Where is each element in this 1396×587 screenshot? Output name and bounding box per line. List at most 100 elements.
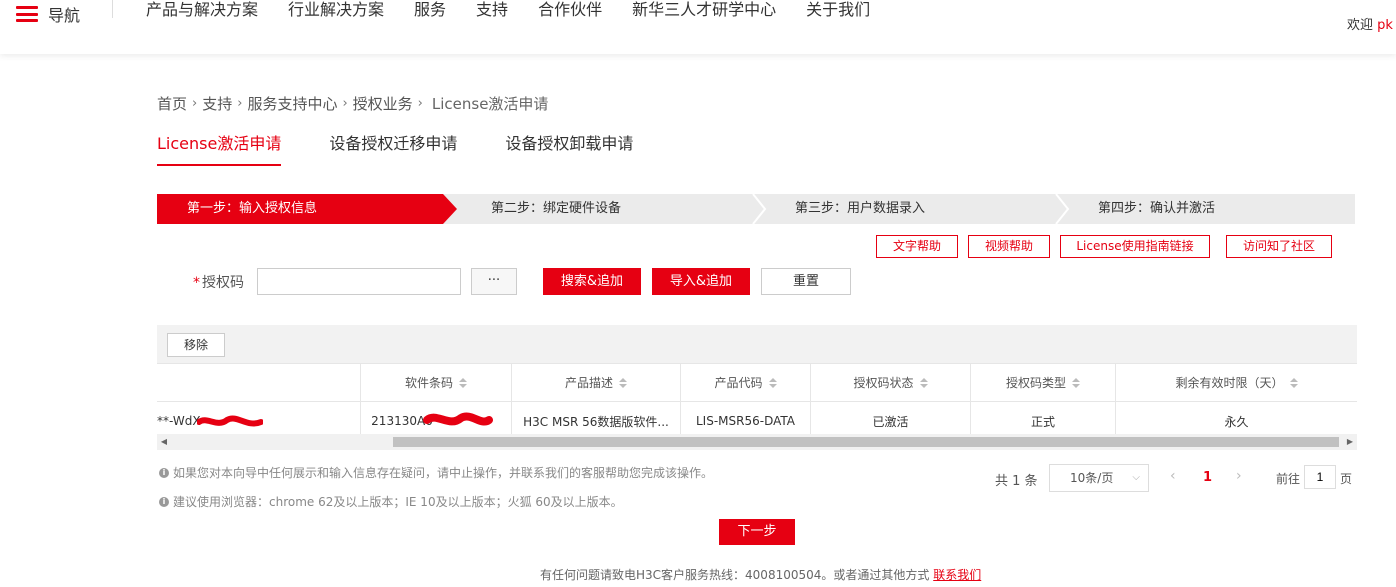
nav-menu-label: 导航: [48, 6, 81, 25]
sort-icon[interactable]: [768, 377, 777, 388]
table-header: 软件条码 产品描述 产品代码 授权码状态 授权码类型 剩余有效时限（天）: [157, 363, 1357, 402]
column-label: 授权码类型: [1005, 376, 1066, 390]
auth-code-input[interactable]: [257, 268, 461, 295]
info-icon: i: [159, 467, 169, 478]
breadcrumb-current: License激活申请: [431, 95, 549, 113]
hamburger-icon: [16, 6, 38, 22]
table-header-cell: [157, 364, 361, 401]
license-table: 移除 软件条码 产品描述 产品代码 授权码状态 授权码类型 剩余有效时限（天） …: [157, 325, 1357, 451]
nav-menu-toggle[interactable]: 导航: [16, 2, 80, 26]
welcome-label: 欢迎: [1347, 18, 1374, 33]
breadcrumb-support[interactable]: 支持: [202, 93, 232, 114]
goto-label: 前往: [1276, 472, 1301, 486]
column-product-code[interactable]: 产品代码: [681, 364, 811, 401]
remove-button[interactable]: 移除: [167, 333, 225, 357]
info-note-1: i 如果您对本向导中任何展示和输入信息存在疑问，请中止操作，并联系我们的客服帮助…: [159, 464, 713, 481]
prev-page-icon[interactable]: ‹: [1170, 468, 1176, 484]
column-remaining-days[interactable]: 剩余有效时限（天）: [1116, 364, 1357, 401]
scroll-right-icon[interactable]: ▶: [1343, 434, 1357, 450]
page-number-current[interactable]: 1: [1203, 470, 1212, 485]
nav-divider: [112, 0, 113, 18]
step-2: 第二步：绑定硬件设备: [491, 201, 622, 216]
breadcrumb-separator-icon: ›: [237, 96, 243, 111]
scroll-left-icon[interactable]: ◀: [157, 434, 171, 450]
column-product-desc[interactable]: 产品描述: [512, 364, 681, 401]
auth-code-label: * 授权码: [193, 272, 244, 292]
footer-hotline: 有任何问题请致电H3C客户服务热线：4008100504。或者通过其他方式 联系…: [540, 566, 981, 583]
cell-text: 正式: [1030, 414, 1055, 429]
chevron-down-icon: ⌵: [1132, 472, 1140, 483]
text-help-button[interactable]: 文字帮助: [876, 235, 958, 258]
breadcrumb-license-business[interactable]: 授权业务: [353, 93, 413, 114]
top-nav-item-about[interactable]: 关于我们: [806, 0, 870, 20]
breadcrumb-separator-icon: ›: [342, 96, 348, 111]
page-suffix: 页: [1340, 472, 1353, 486]
license-guide-button[interactable]: License使用指南链接: [1060, 235, 1210, 258]
video-help-button[interactable]: 视频帮助: [968, 235, 1050, 258]
info-note-text: 如果您对本向导中任何展示和输入信息存在疑问，请中止操作，并联系我们的客服帮助您完…: [173, 466, 714, 480]
step-1-arrow: [443, 194, 457, 224]
scrollbar-thumb[interactable]: [393, 437, 1339, 447]
cell-text: LIS-MSR56-DATA: [696, 414, 795, 428]
sort-icon[interactable]: [919, 377, 928, 388]
sort-icon[interactable]: [1072, 377, 1080, 388]
breadcrumb-separator-icon: ›: [192, 96, 198, 111]
username-link[interactable]: pk: [1377, 18, 1393, 33]
more-button[interactable]: ···: [471, 268, 517, 295]
top-header: 导航 产品与解决方案 行业解决方案 服务 支持 合作伙伴 新华三人才研学中心 关…: [0, 0, 1396, 54]
step-4: 第四步：确认并激活: [1098, 201, 1216, 216]
column-label: 产品代码: [714, 376, 763, 390]
cell-text: **-WdX: [157, 414, 201, 428]
step-chevron-icon: [752, 194, 767, 224]
reset-button[interactable]: 重置: [761, 268, 851, 295]
cell-text: 已激活: [872, 414, 909, 429]
next-step-button[interactable]: 下一步: [719, 519, 795, 545]
top-nav-item-partners[interactable]: 合作伙伴: [538, 0, 602, 20]
top-nav-item-talent-center[interactable]: 新华三人才研学中心: [632, 0, 776, 20]
redaction-mark: [423, 412, 493, 426]
tab-bar: License激活申请 设备授权迁移申请 设备授权卸载申请: [157, 130, 681, 166]
info-note-2: i 建议使用浏览器：chrome 62及以上版本；IE 10及以上版本；火狐 6…: [159, 493, 623, 510]
tab-license-migration[interactable]: 设备授权迁移申请: [329, 130, 457, 166]
pager-total: 共 1 条: [995, 474, 1038, 489]
cell-text: H3C MSR 56数据版软件...: [523, 414, 669, 429]
top-nav: 产品与解决方案 行业解决方案 服务 支持 合作伙伴 新华三人才研学中心 关于我们: [146, 0, 900, 20]
column-label: 软件条码: [404, 376, 453, 390]
top-nav-item-industry[interactable]: 行业解决方案: [288, 0, 384, 20]
page-size-value: 10条/页: [1070, 471, 1114, 485]
next-page-icon[interactable]: ›: [1236, 468, 1242, 484]
top-nav-item-service[interactable]: 服务: [414, 0, 446, 20]
top-nav-item-support[interactable]: 支持: [476, 0, 508, 20]
sort-icon[interactable]: [619, 377, 627, 388]
tab-license-uninstall[interactable]: 设备授权卸载申请: [505, 130, 633, 166]
breadcrumb-home[interactable]: 首页: [157, 93, 187, 114]
column-auth-type[interactable]: 授权码类型: [971, 364, 1116, 401]
step-chevron-icon: [1055, 194, 1070, 224]
contact-us-link[interactable]: 联系我们: [933, 568, 981, 582]
breadcrumb-service-center[interactable]: 服务支持中心: [247, 93, 337, 114]
column-auth-status[interactable]: 授权码状态: [811, 364, 971, 401]
tab-license-activation[interactable]: License激活申请: [157, 130, 282, 166]
column-software-code[interactable]: 软件条码: [361, 364, 512, 401]
page-size-select[interactable]: 10条/页 ⌵: [1049, 464, 1149, 492]
redaction-mark: [197, 415, 263, 427]
step-progress: 第一步：输入授权信息 第二步：绑定硬件设备 第三步：用户数据录入 第四步：确认并…: [157, 194, 1355, 224]
sort-icon[interactable]: [1289, 377, 1298, 388]
step-1: 第一步：输入授权信息: [157, 194, 443, 224]
sort-icon[interactable]: [459, 377, 467, 388]
cell-text: 永久: [1224, 414, 1249, 429]
step-3: 第三步：用户数据录入: [795, 201, 926, 216]
info-note-text: 建议使用浏览器：chrome 62及以上版本；IE 10及以上版本；火狐 60及…: [173, 495, 623, 509]
required-mark: *: [193, 275, 200, 291]
auth-code-label-text: 授权码: [202, 275, 244, 291]
goto-page-input[interactable]: [1304, 465, 1336, 489]
table-horizontal-scrollbar[interactable]: ◀ ▶: [157, 434, 1357, 450]
import-add-button[interactable]: 导入&追加: [652, 268, 750, 295]
footer-text: 有任何问题请致电H3C客户服务热线：4008100504。或者通过其他方式: [540, 568, 930, 582]
search-add-button[interactable]: 搜索&追加: [543, 268, 641, 295]
top-nav-item-products[interactable]: 产品与解决方案: [146, 0, 258, 20]
column-label: 剩余有效时限（天）: [1175, 376, 1284, 390]
community-button[interactable]: 访问知了社区: [1226, 235, 1332, 258]
welcome-text: 欢迎 pk: [1347, 14, 1393, 33]
info-icon: i: [159, 496, 169, 507]
